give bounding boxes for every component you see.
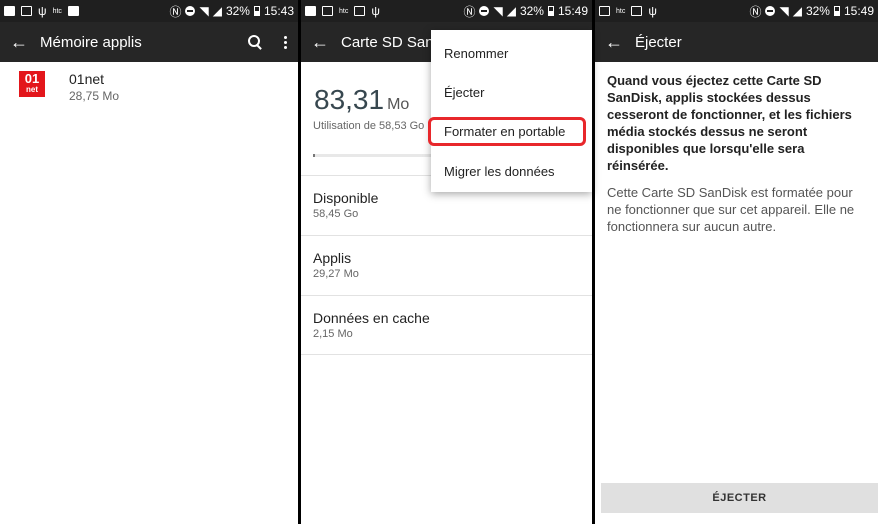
row-value: 58,45 Go [313,208,359,220]
status-bar: htc ψ Ⓝ ◥ ◢ 32% 15:49 [595,0,878,22]
image-notification-icon [305,6,316,16]
screenshot-notification-icon [21,6,32,16]
eject-info-text: Cette Carte SD SanDisk est formatée pour… [607,185,855,234]
more-options-icon[interactable] [284,35,288,49]
do-not-disturb-icon [479,6,490,16]
battery-percent: 32% [805,4,830,18]
status-bar: htc ψ Ⓝ ◥ ◢ 32% 15:49 [301,0,592,22]
battery-icon [547,6,554,16]
search-icon[interactable] [248,35,262,49]
screenshot-notification-icon [599,6,610,16]
page-title: Mémoire applis [40,33,142,51]
battery-icon [253,6,260,16]
image-notification-icon [4,6,15,16]
battery-percent: 32% [519,4,544,18]
back-arrow-icon[interactable]: ← [10,33,32,51]
panel-eject: htc ψ Ⓝ ◥ ◢ 32% 15:49 ← Éjecter Quand vo… [595,0,878,524]
signal-icon: ◢ [212,4,222,18]
menu-item-eject[interactable]: Éjecter [444,85,484,100]
storage-progress-bar [313,154,433,157]
nfc-icon: Ⓝ [749,4,762,19]
eject-warning-text: Quand vous éjectez cette Carte SD SanDis… [607,73,852,173]
list-item[interactable]: Applis 29,27 Mo [301,235,592,295]
clock: 15:43 [263,4,294,18]
page-title: Éjecter [635,33,682,51]
row-title: Données en cache [313,310,430,326]
used-space-unit: Mo [387,96,410,113]
wifi-icon: ◥ [493,4,503,18]
htc-icon: htc [52,7,62,15]
menu-item-migrate-data[interactable]: Migrer les données [444,164,555,179]
row-title: Applis [313,250,352,266]
htc-icon: htc [339,7,349,15]
do-not-disturb-icon [185,6,196,16]
nfc-icon: Ⓝ [463,4,476,19]
check-notification-icon [67,6,79,16]
usb-icon: ψ [648,4,657,18]
usb-icon: ψ [38,4,47,18]
signal-icon: ◢ [792,4,802,18]
screenshot-notification-icon [322,6,333,16]
row-title: Disponible [313,190,379,206]
wifi-icon: ◥ [779,4,789,18]
clock: 15:49 [557,4,588,18]
row-value: 2,15 Mo [313,328,353,340]
nfc-icon: Ⓝ [169,4,182,19]
menu-item-rename[interactable]: Renommer [444,46,508,61]
wifi-icon: ◥ [199,4,209,18]
signal-icon: ◢ [506,4,516,18]
app-logo: 01 net [19,71,45,97]
battery-percent: 32% [225,4,250,18]
clock: 15:49 [843,4,874,18]
app-size: 28,75 Mo [69,89,120,103]
app-name: 01net [69,71,105,87]
app-bar: ← Éjecter [595,22,878,62]
back-arrow-icon[interactable]: ← [605,33,627,51]
status-bar: ψ htc Ⓝ ◥ ◢ 32% 15:43 [0,0,298,22]
htc-icon: htc [616,7,626,15]
eject-button[interactable]: ÉJECTER [601,483,878,513]
back-arrow-icon[interactable]: ← [311,33,333,51]
usb-icon: ψ [371,4,380,18]
row-value: 29,27 Mo [313,268,359,280]
overflow-menu: Renommer Éjecter Formater en portable Mi… [431,30,592,192]
list-item[interactable]: 01 net 01net 28,75 Mo [0,62,298,103]
battery-icon [833,6,840,16]
screenshot-notification-icon [631,6,643,16]
panel-app-storage: ψ htc Ⓝ ◥ ◢ 32% 15:43 ← Mémoire applis 0… [0,0,298,524]
storage-list: Disponible 58,45 Go Applis 29,27 Mo Donn… [301,175,592,355]
screenshot-notification-icon [354,6,366,16]
highlight-box [428,117,586,146]
app-bar: ← Mémoire applis [0,22,298,62]
list-item[interactable]: Données en cache 2,15 Mo [301,295,592,355]
do-not-disturb-icon [765,6,776,16]
